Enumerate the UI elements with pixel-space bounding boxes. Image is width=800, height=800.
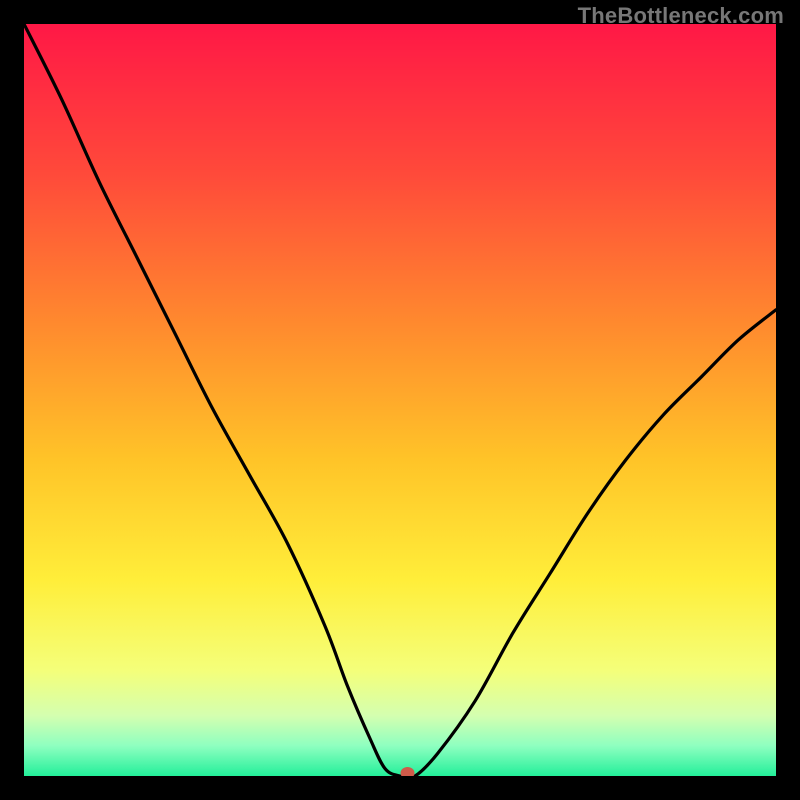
gradient-background: [24, 24, 776, 776]
watermark-text: TheBottleneck.com: [578, 3, 784, 29]
chart-frame: TheBottleneck.com: [0, 0, 800, 800]
plot-area: [24, 24, 776, 776]
chart-svg: [24, 24, 776, 776]
